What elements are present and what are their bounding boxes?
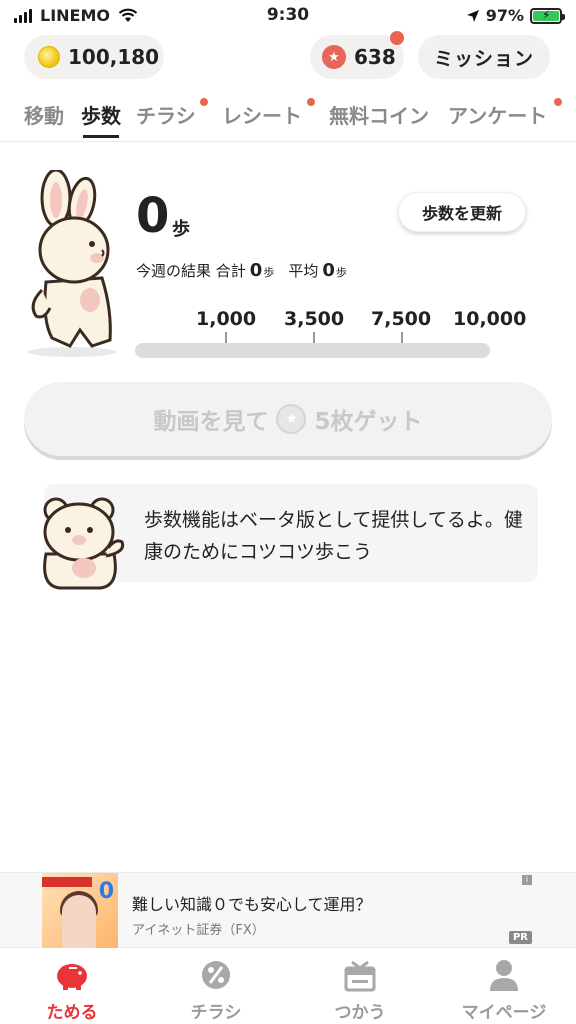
ad-title[interactable]: 難しい知識０でも安心して運用？ (132, 891, 372, 915)
tab-survey[interactable]: アンケート (448, 100, 547, 129)
weekly-avg-unit: 歩 (335, 266, 347, 279)
step-unit: 歩 (172, 219, 190, 240)
nav-save-label: ためる (46, 1003, 98, 1023)
update-steps-button[interactable]: 歩数を更新 (398, 192, 526, 232)
tab-receipt[interactable]: レシート (222, 100, 302, 129)
weekly-total-unit: 歩 (263, 266, 275, 279)
percent-tag-icon (202, 961, 230, 989)
rabbit-mascot-illustration (28, 170, 116, 357)
tab-flyer-badge (200, 98, 208, 106)
bottom-navigation: ためる チラシ つかう マイページ (0, 948, 576, 1024)
ad-pr-label: PR (508, 931, 532, 944)
status-right: 97% ⚡ (466, 6, 565, 25)
milestone-1000: 1,000 (196, 308, 257, 330)
star-count: 638 (354, 45, 396, 69)
star-icon: ★ (322, 45, 346, 69)
weekly-avg-label: 平均 (288, 262, 319, 280)
ad-thumbnail-image[interactable]: 0 (42, 873, 118, 949)
video-button-label: 動画を見て (153, 409, 269, 435)
weekly-total-value: 0 (249, 260, 263, 281)
star-coin-icon: ★ (276, 404, 307, 434)
beta-info-text: 歩数機能はベータ版として提供してるよ。健康のためにコツコツ歩こう (144, 509, 523, 563)
bear-mascot-illustration (43, 497, 125, 590)
watch-video-button[interactable]: 動画を見て ★ 5枚ゲット (24, 382, 552, 456)
tab-move[interactable]: 移動 (24, 100, 64, 129)
nav-use[interactable]: つかう (288, 948, 432, 1024)
gift-box-icon (344, 960, 376, 992)
person-icon (490, 960, 518, 991)
weekly-total-label: 今週の結果 合計 (136, 262, 246, 280)
star-notification-dot (390, 31, 404, 45)
ad-sponsor: アイネット証券（FX） (132, 923, 265, 938)
tab-receipt-badge (307, 98, 315, 106)
ad-thumbnail-text: 0 (98, 879, 114, 904)
milestone-3500: 3,500 (284, 308, 345, 330)
milestone-10000: 10,000 (453, 308, 527, 330)
coin-icon (38, 46, 60, 68)
piggy-bank-icon (57, 964, 87, 990)
coin-balance[interactable]: 100,180 (24, 35, 164, 79)
nav-mypage-label: マイページ (461, 1003, 547, 1023)
star-balance[interactable]: ★ 638 (310, 35, 404, 79)
weekly-avg-value: 0 (322, 260, 335, 281)
mission-button[interactable]: ミッション (418, 35, 550, 79)
category-tabs: 移動 歩数 チラシ レシート 無料コイン アンケート (0, 96, 576, 142)
nav-flyer-label: チラシ (190, 1003, 242, 1023)
tab-flyer[interactable]: チラシ (136, 100, 196, 129)
active-tab-indicator (83, 135, 119, 138)
battery-icon: ⚡ (530, 7, 565, 24)
nav-mypage[interactable]: マイページ (432, 948, 576, 1024)
step-count: 0 (136, 188, 170, 244)
tab-free-coin[interactable]: 無料コイン (329, 100, 429, 129)
nav-save[interactable]: ためる (0, 948, 144, 1024)
battery-percent: 97% (485, 6, 524, 25)
nav-flyer[interactable]: チラシ (144, 948, 288, 1024)
ad-banner[interactable]: 0 難しい知識０でも安心して運用？ アイネット証券（FX） i PR (0, 872, 576, 949)
milestone-7500: 7,500 (371, 308, 432, 330)
video-button-reward: 5枚ゲット (314, 409, 423, 435)
ad-info-icon[interactable]: i (522, 875, 532, 885)
weekly-summary: 今週の結果 合計 0 歩 平均 0 歩 (136, 260, 347, 281)
nav-use-label: つかう (334, 1003, 386, 1023)
location-arrow-icon (466, 9, 479, 22)
tab-steps[interactable]: 歩数 (81, 100, 121, 129)
coin-count: 100,180 (68, 45, 160, 69)
tab-survey-badge (554, 98, 562, 106)
step-progress-bar (135, 343, 490, 358)
status-bar: LINEMO 9:30 97% ⚡ (0, 0, 576, 34)
